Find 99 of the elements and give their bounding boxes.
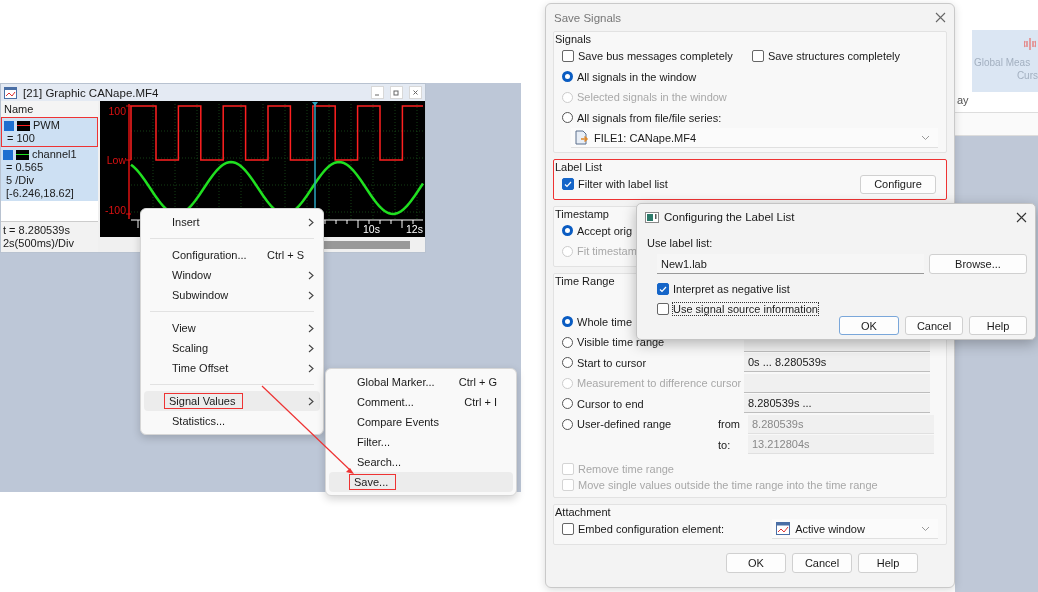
- checkbox-label: Move single values outside the time range into the time range: [578, 479, 878, 491]
- signal-name: channel1: [32, 148, 77, 161]
- radio-button[interactable]: [562, 316, 573, 328]
- checkbox-label: Save bus messages completely: [578, 50, 733, 63]
- toolbar-label: ay: [957, 94, 969, 106]
- checkbox[interactable]: [562, 523, 574, 536]
- dialog-button[interactable]: Cancel: [905, 316, 963, 335]
- window-icon: [4, 86, 17, 99]
- checkbox[interactable]: [562, 50, 574, 63]
- checkbox-label: Remove time range: [578, 463, 674, 475]
- radio-button[interactable]: [562, 112, 573, 124]
- window-title: [21] Graphic CANape.MF4: [23, 86, 160, 99]
- checkbox-label: Interpret as negative list: [673, 283, 790, 295]
- axis-label: 10s: [363, 223, 380, 235]
- dialog-button[interactable]: Help: [969, 316, 1027, 335]
- browse-button[interactable]: Browse...: [929, 254, 1027, 274]
- close-icon[interactable]: [1016, 211, 1027, 223]
- file-dropdown[interactable]: FILE1: CANape.MF4: [571, 128, 938, 148]
- window-icon: [645, 211, 659, 223]
- menu-item[interactable]: Global Marker... Ctrl + G: [329, 372, 513, 392]
- window-icon: [776, 522, 791, 536]
- signal-name: PWM: [33, 119, 60, 132]
- close-icon[interactable]: [935, 12, 946, 23]
- signal-entry[interactable]: channel1 = 0.565 5 /Div [-6.246,18.62]: [1, 147, 98, 201]
- status-text: t = 8.280539s: [3, 224, 71, 237]
- radio-label: Whole time: [577, 315, 633, 328]
- radio-button[interactable]: [562, 357, 573, 369]
- group-label: Label List: [555, 161, 603, 174]
- status-text: 2s(500ms)/Div: [3, 237, 75, 250]
- radio-button[interactable]: [562, 336, 573, 348]
- checkbox-label: Save structures completely: [768, 50, 901, 63]
- menu-item[interactable]: Scaling: [144, 338, 320, 358]
- dialog-title: Configuring the Label List: [664, 211, 796, 223]
- dialog-title: Save Signals: [554, 11, 623, 24]
- menu-item[interactable]: Configuration... Ctrl + S: [144, 245, 320, 265]
- menu-item[interactable]: Subwindow: [144, 285, 320, 305]
- radio-label: Fit timestam: [577, 245, 637, 258]
- column-header: Name: [1, 101, 98, 117]
- dialog-button[interactable]: OK: [726, 552, 786, 573]
- radio-button[interactable]: [562, 418, 573, 430]
- field-label: Use label list:: [647, 236, 714, 250]
- menu-item[interactable]: Search...: [329, 452, 513, 472]
- radio-label: User-defined range: [577, 418, 672, 431]
- signal-value: = 100: [6, 132, 36, 145]
- checkbox-label: Use signal source information: [673, 303, 818, 315]
- menu-item[interactable]: Compare Events: [329, 412, 513, 432]
- menu-item[interactable]: View: [144, 318, 320, 338]
- radio-button[interactable]: [562, 398, 573, 410]
- signal-value: = 0.565: [5, 161, 44, 174]
- restore-icon[interactable]: [390, 86, 403, 99]
- radio-label: Start to cursor: [577, 356, 647, 369]
- axis-label: 100: [108, 105, 126, 117]
- checkbox[interactable]: [752, 50, 764, 63]
- dialog-button[interactable]: Help: [858, 552, 918, 573]
- field-label: from: [718, 418, 741, 431]
- radio-button[interactable]: [562, 225, 573, 237]
- radio-label: Selected signals in the window: [577, 91, 727, 104]
- group-label: Attachment: [555, 506, 611, 519]
- axis-label: Low: [106, 154, 126, 166]
- checkbox[interactable]: [562, 178, 574, 191]
- radio-label: All signals from file/file series:: [577, 111, 722, 124]
- checkbox-label: Filter with label list: [578, 178, 668, 191]
- menu-item[interactable]: Signal Values: [144, 391, 320, 411]
- legend-icon: [17, 120, 30, 131]
- group-label: Signals: [555, 33, 592, 46]
- checkbox[interactable]: [657, 303, 669, 315]
- menu-item[interactable]: Statistics...: [144, 411, 320, 431]
- time-field: 0s ... 8.280539s: [744, 353, 930, 373]
- checkbox[interactable]: [4, 120, 14, 131]
- configure-button[interactable]: Configure: [860, 174, 936, 194]
- file-icon: [575, 130, 589, 145]
- menu-item[interactable]: Insert: [144, 212, 320, 232]
- checkbox-label: Embed configuration element:: [578, 523, 725, 536]
- menu-item[interactable]: Filter...: [329, 432, 513, 452]
- signal-detail: 5 /Div: [5, 174, 36, 187]
- axis-label: 12s: [406, 223, 423, 235]
- window-dropdown[interactable]: Active window: [772, 519, 938, 540]
- radio-label: Cursor to end: [577, 397, 644, 410]
- field-label: to:: [718, 438, 732, 451]
- radio-label: Measurement to difference cursor: [577, 377, 742, 390]
- radio-label: All signals in the window: [577, 70, 697, 83]
- radio-label: Visible time range: [577, 336, 665, 349]
- dialog-button[interactable]: Cancel: [792, 552, 852, 573]
- radio-button[interactable]: [562, 71, 573, 83]
- menu-item[interactable]: Save...: [329, 472, 513, 492]
- group-label: Timestamp: [555, 207, 609, 221]
- cursor-icon: [1024, 38, 1036, 50]
- menu-item[interactable]: Comment... Ctrl + I: [329, 392, 513, 412]
- menu-item[interactable]: Time Offset: [144, 358, 320, 378]
- signal-detail: [-6.246,18.62]: [5, 187, 75, 200]
- checkbox[interactable]: [3, 149, 13, 160]
- legend-icon: [16, 149, 29, 160]
- menu-item[interactable]: Window: [144, 265, 320, 285]
- checkbox[interactable]: [657, 283, 669, 295]
- radio-label: Accept orig: [577, 224, 633, 237]
- group-label: Time Range: [555, 274, 615, 288]
- axis-label: -100: [105, 204, 126, 216]
- dialog-button[interactable]: OK: [839, 316, 899, 335]
- time-field: 8.280539s ...: [744, 394, 930, 414]
